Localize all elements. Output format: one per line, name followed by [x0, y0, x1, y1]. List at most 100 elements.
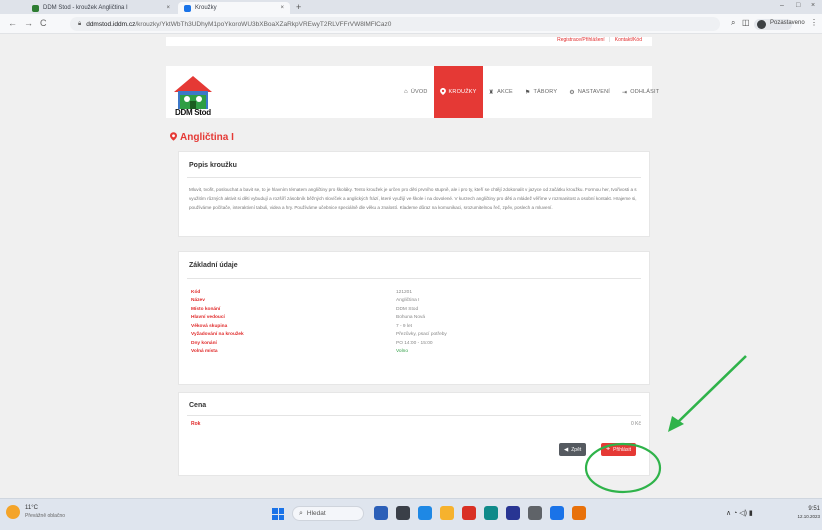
info-label: Název — [191, 298, 205, 304]
info-list: Kód 121201 Název Angličtina I Místo koná… — [191, 288, 641, 356]
signup-button-label: Přihlásit — [613, 446, 631, 453]
new-tab-button[interactable]: + — [296, 2, 301, 12]
browser-tab-1[interactable]: DDM Stod - kroužek Angličtina I × — [26, 2, 176, 14]
maximize-button[interactable]: □ — [796, 2, 800, 9]
windows-start-icon[interactable] — [272, 508, 284, 520]
close-tab-icon[interactable]: × — [166, 5, 170, 11]
logo-text: DDM Stod — [175, 108, 211, 117]
reload-button[interactable]: C — [40, 18, 47, 28]
info-value: DDM Stod — [396, 306, 419, 312]
info-label: Volná místa — [191, 349, 218, 355]
close-window-button[interactable]: × — [811, 2, 815, 9]
info-value: 7 - 9 let — [396, 323, 412, 329]
info-heading: Základní údaje — [189, 262, 238, 269]
top-links-bar: Registrace/Přihlášení | Kontakt/Kód — [166, 37, 652, 46]
browser-toolbar: ← → C 🔒︎ ddmstod.iddm.cz /krouzky/YktWbT… — [0, 14, 822, 34]
price-value: 0 Kč — [630, 421, 641, 427]
taskbar-clock[interactable]: 9:51 12.10.2023 — [796, 505, 820, 521]
page-title: Angličtina I — [170, 132, 234, 143]
weather-temp: 11°C — [25, 505, 38, 511]
divider: | — [609, 37, 611, 43]
system-tray[interactable]: ∧ ◔ ◁) ▮ — [726, 509, 753, 517]
info-label: Hlavní vedoucí — [191, 315, 225, 321]
price-heading: Cena — [189, 402, 207, 409]
info-value: Angličtina I — [396, 298, 420, 304]
price-row: Rok 0 Kč — [191, 421, 641, 427]
address-bar[interactable]: 🔒︎ ddmstod.iddm.cz /krouzky/YktWbTh3UDhy… — [70, 17, 720, 31]
info-row-vedouci: Hlavní vedoucí Bohuna Nová — [191, 314, 641, 323]
weather-sun-icon — [6, 505, 20, 519]
chrome-icon[interactable] — [462, 506, 476, 520]
browser-tab-title: Kroužky — [195, 5, 217, 11]
clock-date: 12.10.2023 — [797, 514, 820, 519]
browser-tab-title: DDM Stod - kroužek Angličtina I — [43, 5, 128, 11]
mail-icon[interactable] — [528, 506, 542, 520]
menu-item-label: ÚVOD — [410, 89, 428, 95]
url-path: /krouzky/YktWbTh3UDhyM1poYkoroWU3bXBoaXZ… — [135, 20, 392, 28]
weather-desc: Převážně oblačno — [25, 513, 66, 519]
file-explorer-icon[interactable] — [440, 506, 454, 520]
info-row-vybaveni: Vyžadování na kroužek Přezůvky, psací po… — [191, 331, 641, 340]
store-icon[interactable] — [484, 506, 498, 520]
info-label: Místo konání — [191, 306, 221, 312]
forward-nav-button[interactable]: → — [24, 18, 33, 28]
info-label: Dny konání — [191, 340, 217, 346]
logout-icon: ⇥ — [621, 89, 628, 96]
back-circle-icon: ◀︎ — [564, 446, 569, 453]
widgets-icon[interactable] — [396, 506, 410, 520]
menu-item-label: TÁBORY — [533, 89, 558, 95]
browser-tab-2[interactable]: Kroužky × — [178, 2, 290, 14]
trophy-icon: ♜ — [488, 89, 495, 96]
info-row-misto: Místo konání DDM Stod — [191, 305, 641, 314]
menu-item-akce[interactable]: ♜ AKCE — [483, 66, 519, 118]
app-icon[interactable] — [572, 506, 586, 520]
menu-item-label: ODHLÁSIT — [630, 89, 660, 95]
profile-avatar-icon — [757, 20, 766, 29]
contact-link[interactable]: Kontakt/Kód — [615, 37, 642, 43]
windows-taskbar: 11°C Převážně oblačno ⌕ Hledat ∧ ◔ ◁) ▮ … — [0, 498, 822, 530]
info-label: Kód — [191, 289, 201, 295]
menu-item-krouzky[interactable]: KROUŽKY — [433, 66, 483, 118]
app-icon[interactable] — [550, 506, 564, 520]
zoom-icon[interactable]: ⌕ — [731, 18, 735, 28]
info-row-volna-mista: Volná místa Volno — [191, 348, 641, 357]
register-link[interactable]: Registrace/Přihlášení — [557, 37, 605, 43]
minimize-button[interactable]: – — [780, 2, 784, 9]
weather-widget[interactable]: 11°C Převážně oblačno — [6, 504, 65, 520]
home-icon: ⌂ — [404, 89, 408, 95]
info-row-dny: Dny konání PO 14:00 - 15:00 — [191, 339, 641, 348]
course-title: Angličtina I — [180, 132, 234, 143]
browser-menu-icon[interactable]: ⋮ — [810, 18, 818, 27]
info-row-kod: Kód 121201 — [191, 288, 641, 297]
menu-item-label: NASTAVENÍ — [577, 89, 610, 95]
back-button[interactable]: ◀︎ Zpět — [559, 443, 587, 456]
word-icon[interactable] — [506, 506, 520, 520]
description-heading: Popis kroužku — [189, 162, 237, 169]
menu-item-nastaveni[interactable]: ⚙ NASTAVENÍ — [563, 66, 616, 118]
signup-circle-icon: ➕︎ — [606, 446, 611, 452]
browser-tabstrip: DDM Stod - kroužek Angličtina I × Kroužk… — [0, 0, 822, 14]
taskbar-search[interactable]: ⌕ Hledat — [292, 506, 364, 521]
description-text: Mluvit, tvořit, poslouchat a bavit se, t… — [189, 187, 637, 210]
pin-icon — [439, 87, 446, 97]
back-button-label: Zpět — [571, 446, 582, 453]
menu-item-odhlasit[interactable]: ⇥ ODHLÁSIT — [616, 66, 665, 118]
menu-item-uvod[interactable]: ⌂ ÚVOD — [398, 66, 434, 118]
divider — [187, 278, 641, 279]
site-header: DDM Stod ⌂ ÚVOD KROUŽKY ♜ AKCE ⚑ TÁBORY — [166, 66, 659, 118]
close-tab-icon[interactable]: × — [280, 5, 284, 11]
sidebar-icon[interactable]: ◫ — [742, 18, 750, 27]
clock-time: 9:51 — [808, 506, 820, 512]
info-value: PO 14:00 - 15:00 — [396, 340, 433, 346]
task-view-icon[interactable] — [374, 506, 388, 520]
back-nav-button[interactable]: ← — [8, 18, 17, 28]
flag-icon: ⚑ — [524, 89, 531, 96]
divider — [187, 415, 641, 416]
info-value: Bohuna Nová — [396, 315, 426, 321]
menu-item-tabory[interactable]: ⚑ TÁBORY — [519, 66, 563, 118]
signup-button[interactable]: ➕︎ Přihlásit — [601, 443, 636, 456]
favicon-icon — [184, 4, 191, 12]
edge-icon[interactable] — [418, 506, 432, 520]
info-row-nazev: Název Angličtina I — [191, 297, 641, 306]
url-host: ddmstod.iddm.cz — [86, 20, 136, 28]
